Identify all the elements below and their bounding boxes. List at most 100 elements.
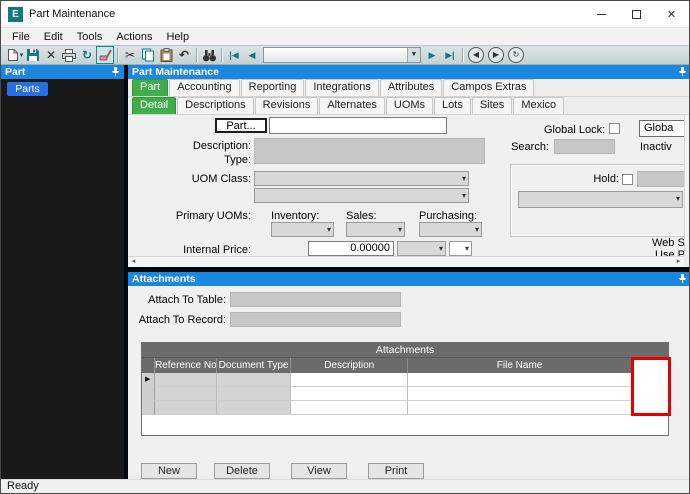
description-label: Description:: [192, 140, 251, 152]
search-button[interactable]: [200, 46, 218, 64]
part-button[interactable]: Part...: [215, 118, 267, 133]
tab-mexico[interactable]: Mexico: [513, 97, 565, 114]
sales-uom-combo[interactable]: [346, 222, 405, 237]
cell-document-type[interactable]: [216, 373, 292, 387]
nav-back-icon: ◀: [472, 50, 480, 59]
column-header-description[interactable]: Description: [291, 358, 408, 373]
inactive-label: Inactiv: [640, 141, 672, 153]
maximize-button[interactable]: [619, 1, 654, 27]
next-record-button[interactable]: ▶: [423, 46, 441, 64]
last-record-button[interactable]: ▶|: [441, 46, 459, 64]
tab-lots[interactable]: Lots: [434, 97, 471, 114]
tab-sites[interactable]: Sites: [471, 97, 513, 114]
pin-icon[interactable]: [678, 274, 687, 288]
new-attachment-button[interactable]: New: [141, 463, 197, 479]
cell-reference-no[interactable]: [154, 373, 217, 387]
column-header-file-name[interactable]: File Name: [408, 358, 633, 373]
tree-node-parts[interactable]: Parts: [7, 82, 48, 96]
nav-forward-button[interactable]: ▶: [488, 47, 504, 63]
attach-to-record-field: [230, 312, 401, 327]
record-selector-dropdown-icon[interactable]: ▼: [407, 48, 420, 62]
cell-document-type[interactable]: [216, 387, 292, 401]
internal-price-input[interactable]: 0.00000: [308, 241, 394, 256]
tab-uoms[interactable]: UOMs: [385, 97, 434, 114]
secondary-tab-bar: Detail Descriptions Revisions Alternates…: [128, 97, 689, 115]
refresh-button[interactable]: ↻: [78, 46, 96, 64]
pin-icon[interactable]: [111, 67, 120, 81]
search-field: [554, 139, 615, 154]
tab-detail[interactable]: Detail: [132, 97, 177, 114]
clear-icon: [99, 49, 112, 61]
cut-icon: ✂: [124, 48, 136, 62]
print-attachment-button[interactable]: Print: [368, 463, 424, 479]
first-record-button[interactable]: |◀: [225, 46, 243, 64]
nav-refresh-button[interactable]: ↻: [508, 47, 524, 63]
clear-button[interactable]: [96, 46, 114, 64]
tab-attributes[interactable]: Attributes: [379, 79, 443, 96]
internal-price-uom-combo[interactable]: [397, 241, 446, 256]
part-input[interactable]: [269, 117, 447, 134]
table-row[interactable]: [142, 401, 668, 415]
nav-back-button[interactable]: ◀: [468, 47, 484, 63]
undo-button[interactable]: ↶: [175, 46, 193, 64]
type-combo[interactable]: [254, 188, 469, 203]
app-logo-icon: E: [8, 6, 23, 22]
minimize-button[interactable]: [584, 1, 619, 27]
view-attachment-button[interactable]: View: [291, 463, 347, 479]
global-lock-checkbox[interactable]: [609, 123, 620, 134]
menu-item-edit[interactable]: Edit: [37, 28, 70, 46]
cell-reference-no[interactable]: [154, 387, 217, 401]
tab-integrations[interactable]: Integrations: [305, 79, 379, 96]
menu-item-actions[interactable]: Actions: [109, 28, 159, 46]
save-button[interactable]: [24, 46, 42, 64]
vertical-scrollbar[interactable]: [684, 115, 689, 256]
tab-part[interactable]: Part: [132, 79, 169, 96]
delete-button[interactable]: ✕: [42, 46, 60, 64]
menu-item-help[interactable]: Help: [159, 28, 196, 46]
cell-document-type[interactable]: [216, 401, 292, 415]
table-row[interactable]: [142, 387, 668, 401]
cell-reference-no[interactable]: [154, 401, 217, 415]
previous-record-button[interactable]: ◀: [243, 46, 261, 64]
purchasing-uom-combo[interactable]: [419, 222, 482, 237]
attachments-panel-title: Attachments: [132, 273, 196, 285]
paste-button[interactable]: [157, 46, 175, 64]
tab-campos-extras[interactable]: Campos Extras: [443, 79, 535, 96]
tab-reporting[interactable]: Reporting: [240, 79, 305, 96]
close-icon: ✕: [666, 8, 677, 21]
horizontal-scrollbar[interactable]: ◂ ▸: [128, 256, 684, 267]
print-button[interactable]: [60, 46, 78, 64]
tab-descriptions[interactable]: Descriptions: [177, 97, 254, 114]
tab-alternates[interactable]: Alternates: [319, 97, 385, 114]
cell-file-name[interactable]: [408, 387, 633, 401]
column-header-reference-no[interactable]: Reference No: [155, 358, 217, 373]
menu-item-tools[interactable]: Tools: [70, 28, 110, 46]
hold-reason-combo[interactable]: [518, 191, 683, 208]
table-row[interactable]: ▶: [142, 373, 668, 387]
cell-file-name[interactable]: [408, 373, 633, 387]
scroll-right-icon[interactable]: ▸: [673, 257, 684, 267]
cell-description[interactable]: [291, 373, 408, 387]
nav-refresh-icon: ↻: [512, 50, 520, 59]
description-field: [254, 138, 485, 164]
delete-attachment-button[interactable]: Delete: [214, 463, 270, 479]
scroll-left-icon[interactable]: ◂: [128, 257, 139, 267]
record-selector-combo[interactable]: ▼: [263, 47, 421, 63]
global-button[interactable]: Globa: [639, 120, 689, 137]
tab-revisions[interactable]: Revisions: [254, 97, 319, 114]
hold-checkbox[interactable]: [622, 174, 633, 185]
cut-button[interactable]: ✂: [121, 46, 139, 64]
copy-button[interactable]: [139, 46, 157, 64]
cell-description[interactable]: [291, 401, 408, 415]
tab-accounting[interactable]: Accounting: [169, 79, 240, 96]
close-button[interactable]: ✕: [654, 1, 689, 27]
internal-price-currency-combo[interactable]: [449, 241, 472, 256]
print-icon: [62, 48, 76, 62]
column-header-document-type[interactable]: Document Type: [217, 358, 292, 373]
cell-file-name[interactable]: [408, 401, 633, 415]
inventory-uom-combo[interactable]: [271, 222, 334, 237]
cell-description[interactable]: [291, 387, 408, 401]
menu-item-file[interactable]: File: [5, 28, 37, 46]
uom-class-combo[interactable]: [254, 171, 469, 186]
new-button[interactable]: ▾: [6, 46, 24, 64]
